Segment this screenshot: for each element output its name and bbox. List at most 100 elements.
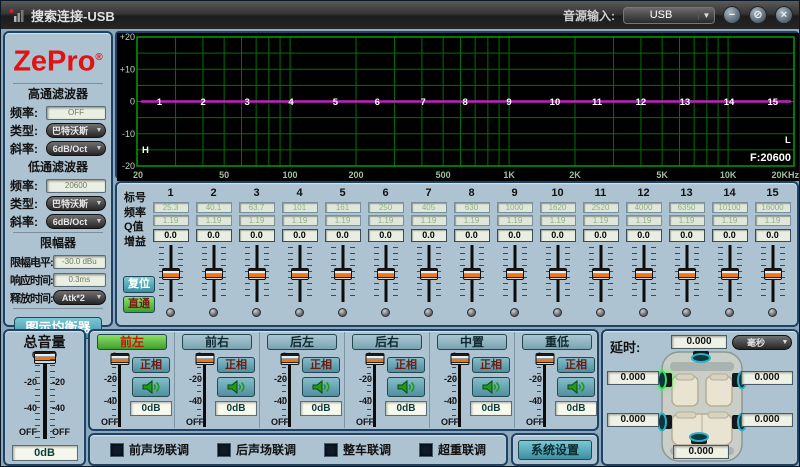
eq-band-q-field[interactable]: 1.19 <box>540 215 576 226</box>
eq-band-q-field[interactable]: 1.19 <box>712 215 748 226</box>
channel-volume-slider[interactable]: 0-20-40OFF <box>94 353 130 429</box>
speaker-mute-button[interactable] <box>217 377 255 397</box>
speaker-mute-button[interactable] <box>472 377 510 397</box>
eq-band-indicator[interactable] <box>768 308 777 317</box>
eq-band-gain-field[interactable]: 0.0 <box>755 229 791 242</box>
eq-band-gain-field[interactable]: 0.0 <box>626 229 662 242</box>
eq-reset-button[interactable]: 复位 <box>123 276 155 293</box>
eq-band-gain-field[interactable]: 0.0 <box>239 229 275 242</box>
speaker-mute-button[interactable] <box>557 377 595 397</box>
eq-band-gain-field[interactable]: 0.0 <box>196 229 232 242</box>
delay-field-front-right[interactable]: 0.000 <box>741 371 793 385</box>
channel-gain-value[interactable]: 0dB <box>300 401 342 416</box>
channel-volume-slider[interactable]: 0-20-40OFF <box>264 353 300 429</box>
checkbox[interactable] <box>324 443 338 457</box>
delay-field-front-left[interactable]: 0.000 <box>607 371 659 385</box>
channel-select-button[interactable]: 重低 <box>522 334 592 350</box>
delay-field-subwoofer[interactable]: 0.000 <box>673 445 729 459</box>
eq-band-q-field[interactable]: 1.19 <box>454 215 490 226</box>
eq-band-q-field[interactable]: 1.19 <box>583 215 619 226</box>
speaker-mute-button[interactable] <box>302 377 340 397</box>
channel-gain-value[interactable]: 0dB <box>470 401 512 416</box>
eq-band-gain-field[interactable]: 0.0 <box>325 229 361 242</box>
channel-gain-value[interactable]: 0dB <box>130 401 172 416</box>
slider-handle[interactable] <box>34 351 56 364</box>
slider-handle[interactable] <box>291 268 309 280</box>
hpf-freq-field[interactable]: OFF <box>46 106 106 120</box>
eq-band-indicator[interactable] <box>682 308 691 317</box>
slider-handle[interactable] <box>162 268 180 280</box>
channel-volume-slider[interactable]: 0-20-40OFF <box>179 353 215 429</box>
eq-band-gain-slider[interactable] <box>457 245 487 302</box>
eq-band-frequency-field[interactable]: 63.7 <box>239 202 275 213</box>
eq-band-indicator[interactable] <box>467 308 476 317</box>
eq-band-indicator[interactable] <box>381 308 390 317</box>
eq-band-indicator[interactable] <box>338 308 347 317</box>
eq-band-frequency-field[interactable]: 405 <box>411 202 447 213</box>
checkbox[interactable] <box>217 443 231 457</box>
eq-band-frequency-field[interactable]: 25.3 <box>153 202 189 213</box>
eq-band-gain-slider[interactable] <box>758 245 788 302</box>
speaker-icon-rear-left[interactable] <box>657 411 673 433</box>
phase-button[interactable]: 正相 <box>472 357 510 373</box>
eq-band-frequency-field[interactable]: 250 <box>368 202 404 213</box>
eq-band-indicator[interactable] <box>553 308 562 317</box>
delay-field-rear-right[interactable]: 0.000 <box>741 413 793 427</box>
slider-handle[interactable] <box>377 268 395 280</box>
eq-band-gain-field[interactable]: 0.0 <box>540 229 576 242</box>
slider-handle[interactable] <box>195 353 214 365</box>
slider-handle[interactable] <box>450 353 469 365</box>
phase-button[interactable]: 正相 <box>387 357 425 373</box>
eq-band-q-field[interactable]: 1.19 <box>153 215 189 226</box>
limiter-release-select[interactable]: Atk*2 ▼ <box>53 290 106 305</box>
lpf-type-select[interactable]: 巴特沃斯 ▼ <box>46 196 106 211</box>
channel-gain-value[interactable]: 0dB <box>385 401 427 416</box>
lpf-freq-field[interactable]: 20600 <box>46 179 106 193</box>
phase-button[interactable]: 正相 <box>132 357 170 373</box>
eq-band-q-field[interactable]: 1.19 <box>411 215 447 226</box>
speaker-icon-subwoofer[interactable] <box>687 432 711 444</box>
hpf-slope-select[interactable]: 6dB/Oct ▼ <box>46 141 106 156</box>
limiter-attack-field[interactable]: 0.3ms <box>53 273 106 287</box>
eq-band-gain-slider[interactable] <box>371 245 401 302</box>
eq-band-q-field[interactable]: 1.19 <box>282 215 318 226</box>
phase-button[interactable]: 正相 <box>302 357 340 373</box>
channel-volume-slider[interactable]: 0-20-40OFF <box>434 353 470 429</box>
channel-gain-value[interactable]: 0dB <box>555 401 597 416</box>
limiter-level-field[interactable]: -30.0 dBu <box>53 255 106 269</box>
slider-handle[interactable] <box>420 268 438 280</box>
eq-band-q-field[interactable]: 1.19 <box>626 215 662 226</box>
eq-band-indicator[interactable] <box>639 308 648 317</box>
checkbox[interactable] <box>110 443 124 457</box>
eq-band-frequency-field[interactable]: 1000 <box>497 202 533 213</box>
slider-handle[interactable] <box>463 268 481 280</box>
eq-band-gain-slider[interactable] <box>414 245 444 302</box>
checkbox[interactable] <box>419 443 433 457</box>
eq-band-indicator[interactable] <box>252 308 261 317</box>
eq-band-frequency-field[interactable]: 101 <box>282 202 318 213</box>
eq-bypass-button[interactable]: 直通 <box>123 296 155 313</box>
channel-select-button[interactable]: 后左 <box>267 334 337 350</box>
slider-handle[interactable] <box>334 268 352 280</box>
speaker-icon-center-front[interactable] <box>689 351 713 363</box>
phase-button[interactable]: 正相 <box>217 357 255 373</box>
channel-volume-slider[interactable]: 0-20-40OFF <box>349 353 385 429</box>
slider-handle[interactable] <box>549 268 567 280</box>
channel-select-button[interactable]: 中置 <box>437 334 507 350</box>
eq-band-gain-slider[interactable] <box>715 245 745 302</box>
eq-band-gain-slider[interactable] <box>285 245 315 302</box>
minimize-button[interactable]: − <box>723 6 741 24</box>
eq-band-gain-field[interactable]: 0.0 <box>497 229 533 242</box>
eq-band-indicator[interactable] <box>295 308 304 317</box>
slider-handle[interactable] <box>635 268 653 280</box>
eq-band-gain-field[interactable]: 0.0 <box>411 229 447 242</box>
delay-field-center-front[interactable]: 0.000 <box>671 335 727 349</box>
slider-handle[interactable] <box>506 268 524 280</box>
eq-band-gain-field[interactable]: 0.0 <box>368 229 404 242</box>
speaker-mute-button[interactable] <box>132 377 170 397</box>
channel-select-button[interactable]: 后右 <box>352 334 422 350</box>
eq-band-q-field[interactable]: 1.19 <box>239 215 275 226</box>
eq-band-frequency-field[interactable]: 2520 <box>583 202 619 213</box>
system-settings-button[interactable]: 系统设置 <box>518 440 592 460</box>
eq-response-graph[interactable]: +20+100-10-2020501002005001K2K5K10K20KHz… <box>115 31 799 179</box>
